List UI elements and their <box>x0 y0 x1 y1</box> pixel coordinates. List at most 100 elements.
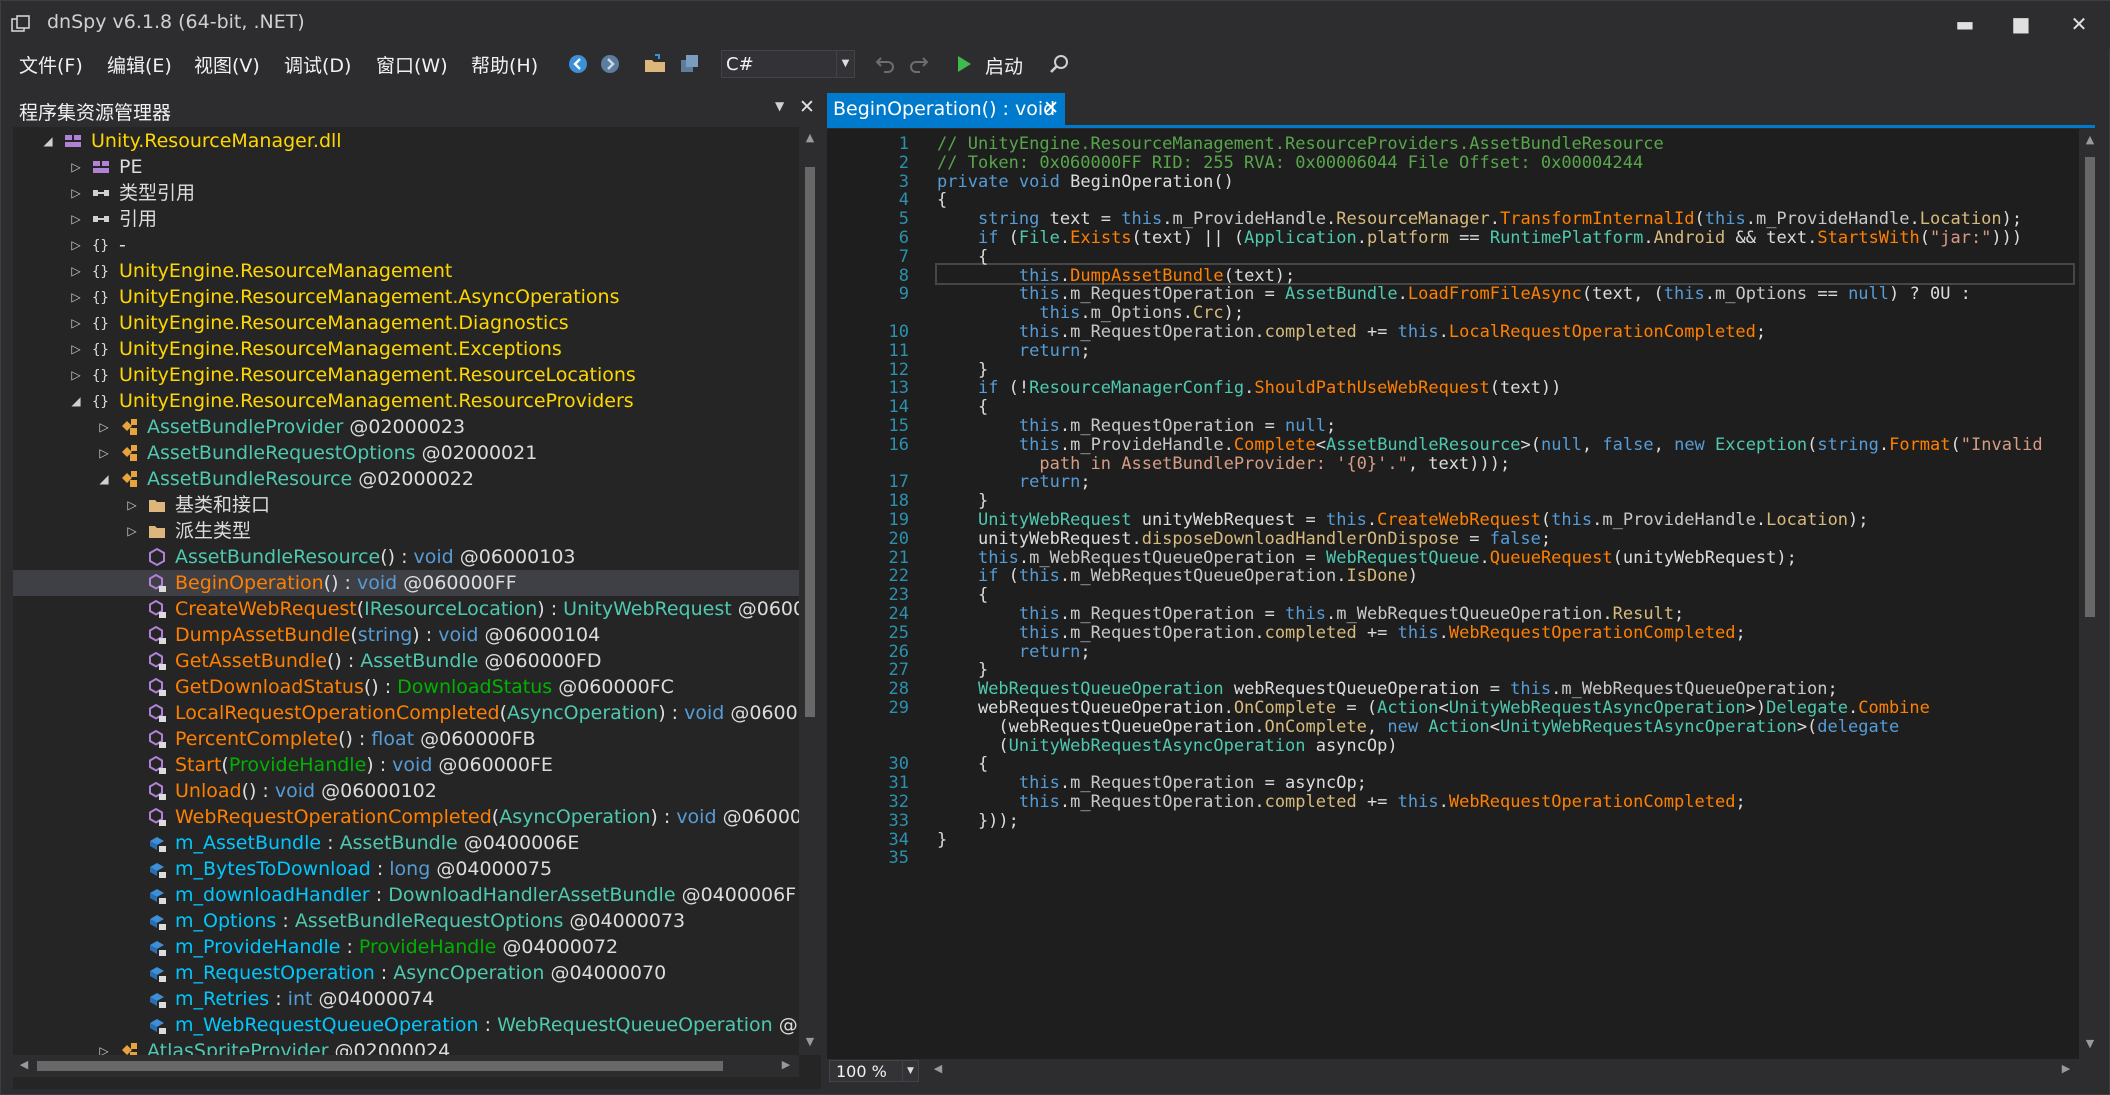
tree-node[interactable]: ▷ {} UnityEngine.ResourceManagement.Resour… <box>13 362 799 388</box>
expand-icon[interactable]: ▷ <box>97 1038 111 1055</box>
collapse-icon[interactable]: ◢ <box>41 128 55 154</box>
close-button[interactable]: ✕ <box>2059 7 2099 41</box>
expand-icon[interactable]: ▷ <box>125 492 139 518</box>
tree-node[interactable]: ▷ PE <box>13 154 799 180</box>
scroll-right-icon[interactable]: ▶ <box>2055 1062 2077 1075</box>
collapse-icon[interactable]: ◢ <box>97 466 111 492</box>
scroll-down-icon[interactable]: ▼ <box>799 1035 821 1048</box>
tree-node[interactable]: m_BytesToDownload : long @04000075 <box>13 856 799 882</box>
zoom-select[interactable]: 100 % ▼ <box>829 1060 919 1082</box>
expand-icon[interactable]: ▷ <box>69 154 83 180</box>
open-folder-icon[interactable] <box>643 52 669 76</box>
code-line[interactable]: } <box>937 828 947 853</box>
tree-node[interactable]: m_Options : AssetBundleRequestOptions @0… <box>13 908 799 934</box>
collapse-icon[interactable]: ◢ <box>69 388 83 414</box>
back-icon[interactable] <box>565 52 591 76</box>
scroll-left-icon[interactable]: ◀ <box>927 1062 949 1075</box>
tree-node[interactable]: ▷ AssetBundleRequestOptions @02000021 <box>13 440 799 466</box>
scroll-left-icon[interactable]: ◀ <box>13 1058 35 1071</box>
scroll-thumb[interactable] <box>2085 157 2095 617</box>
tree-node[interactable]: ▷ {} UnityEngine.ResourceManagement.Diagno… <box>13 310 799 336</box>
scroll-up-icon[interactable]: ▲ <box>2079 133 2101 146</box>
editor-vertical-scrollbar[interactable]: ▲ ▼ <box>2079 129 2101 1059</box>
tree-node[interactable]: ▷ {} UnityEngine.ResourceManagement.AsyncO… <box>13 284 799 310</box>
code-line[interactable]: (UnityWebRequestAsyncOperation asyncOp) <box>937 734 1397 759</box>
undo-icon[interactable] <box>873 52 899 76</box>
menu-view[interactable]: 视图(V) <box>194 51 260 78</box>
expand-icon[interactable]: ▷ <box>69 258 83 284</box>
tree-node[interactable]: CreateWebRequest(IResourceLocation) : Un… <box>13 596 799 622</box>
tree-node[interactable]: GetAssetBundle() : AssetBundle @060000FD <box>13 648 799 674</box>
tree-node[interactable]: ▷ AssetBundleProvider @02000023 <box>13 414 799 440</box>
code-line[interactable]: this.m_RequestOperation.completed += thi… <box>937 790 1746 815</box>
tree-node[interactable]: ▷ 派生类型 <box>13 518 799 544</box>
scroll-thumb[interactable] <box>805 167 815 717</box>
scroll-up-icon[interactable]: ▲ <box>799 131 821 144</box>
expand-icon[interactable]: ▷ <box>97 414 111 440</box>
code-line[interactable]: })); <box>937 809 1019 834</box>
tree-horizontal-scrollbar[interactable]: ◀ ▶ <box>13 1055 799 1077</box>
expand-icon[interactable]: ▷ <box>69 336 83 362</box>
start-icon[interactable] <box>951 52 977 76</box>
tree-node[interactable]: ▷ 引用 <box>13 206 799 232</box>
start-button[interactable]: 启动 <box>985 52 1023 79</box>
code-line[interactable]: if (File.Exists(text) || (Application.pl… <box>937 226 2022 251</box>
tree-node[interactable]: m_WebRequestQueueOperation : WebRequestQ… <box>13 1012 799 1038</box>
tree-node[interactable]: DumpAssetBundle(string) : void @06000104 <box>13 622 799 648</box>
tree-node[interactable]: ◢ AssetBundleResource @02000022 <box>13 466 799 492</box>
menu-file[interactable]: 文件(F) <box>19 51 83 78</box>
code-line[interactable]: private void BeginOperation() <box>937 170 1234 195</box>
code-line[interactable]: if (this.m_WebRequestQueueOperation.IsDo… <box>937 564 1418 589</box>
expand-icon[interactable]: ▷ <box>69 362 83 388</box>
tree-node[interactable]: ▷ AtlasSpriteProvider @02000024 <box>13 1038 799 1055</box>
forward-icon[interactable] <box>597 52 623 76</box>
tree-node[interactable]: ◢ Unity.ResourceManager.dll <box>13 128 799 154</box>
expand-icon[interactable]: ▷ <box>97 440 111 466</box>
expand-icon[interactable]: ▷ <box>69 206 83 232</box>
menu-edit[interactable]: 编辑(E) <box>107 51 172 78</box>
scroll-down-icon[interactable]: ▼ <box>2079 1037 2101 1050</box>
panel-close-icon[interactable]: ✕ <box>799 96 815 118</box>
code-editor[interactable]: 1// UnityEngine.ResourceManagement.Resou… <box>827 129 2079 1059</box>
tree-node[interactable]: m_downloadHandler : DownloadHandlerAsset… <box>13 882 799 908</box>
tree-node[interactable]: AssetBundleResource() : void @06000103 <box>13 544 799 570</box>
tree-vertical-scrollbar[interactable]: ▲ ▼ <box>799 127 821 1055</box>
tree-node[interactable]: ▷ {} - <box>13 232 799 258</box>
tree-node[interactable]: ◢ {} UnityEngine.ResourceManagement.Resour… <box>13 388 799 414</box>
maximize-button[interactable]: ■ <box>2001 7 2041 41</box>
tree-node[interactable]: m_AssetBundle : AssetBundle @0400006E <box>13 830 799 856</box>
tree-node[interactable]: ▷ {} UnityEngine.ResourceManagement <box>13 258 799 284</box>
tree-node[interactable]: m_Retries : int @04000074 <box>13 986 799 1012</box>
tree-node[interactable]: m_RequestOperation : AsyncOperation @040… <box>13 960 799 986</box>
redo-icon[interactable] <box>905 52 931 76</box>
tree-node[interactable]: ▷ 类型引用 <box>13 180 799 206</box>
tree-node[interactable]: ▷ {} UnityEngine.ResourceManagement.Except… <box>13 336 799 362</box>
expand-icon[interactable]: ▷ <box>69 180 83 206</box>
tree-node[interactable]: BeginOperation() : void @060000FF <box>13 570 799 596</box>
tree-node[interactable]: ▷ 基类和接口 <box>13 492 799 518</box>
menu-help[interactable]: 帮助(H) <box>471 51 538 78</box>
tree-node[interactable]: PercentComplete() : float @060000FB <box>13 726 799 752</box>
scroll-right-icon[interactable]: ▶ <box>775 1058 797 1071</box>
language-select[interactable]: C# ▼ <box>721 50 855 78</box>
minimize-button[interactable]: ▬ <box>1945 7 1985 41</box>
tree-node[interactable]: WebRequestOperationCompleted(AsyncOperat… <box>13 804 799 830</box>
expand-icon[interactable]: ▷ <box>125 518 139 544</box>
tab-beginoperation[interactable]: BeginOperation() : void ✕ <box>827 93 1065 127</box>
tab-close-icon[interactable]: ✕ <box>1043 97 1059 119</box>
h-scroll-thumb[interactable] <box>37 1061 723 1071</box>
tree-node[interactable]: m_ProvideHandle : ProvideHandle @0400007… <box>13 934 799 960</box>
expand-icon[interactable]: ▷ <box>69 232 83 258</box>
code-line[interactable]: if (!ResourceManagerConfig.ShouldPathUse… <box>937 376 1561 401</box>
editor-horizontal-scrollbar[interactable]: ◀ ▶ <box>927 1059 2079 1081</box>
save-all-icon[interactable] <box>677 52 703 76</box>
tree-node[interactable]: LocalRequestOperationCompleted(AsyncOper… <box>13 700 799 726</box>
menu-window[interactable]: 窗口(W) <box>376 51 448 78</box>
expand-icon[interactable]: ▷ <box>69 284 83 310</box>
tree-node[interactable]: Start(ProvideHandle) : void @060000FE <box>13 752 799 778</box>
tree-node[interactable]: Unload() : void @06000102 <box>13 778 799 804</box>
menu-debug[interactable]: 调试(D) <box>284 51 351 78</box>
panel-menu-icon[interactable]: ▼ <box>775 99 784 113</box>
expand-icon[interactable]: ▷ <box>69 310 83 336</box>
assembly-tree[interactable]: ◢ Unity.ResourceManager.dll ▷ PE ▷ 类型引用 ▷ 引用 ▷ {}… <box>13 127 799 1055</box>
